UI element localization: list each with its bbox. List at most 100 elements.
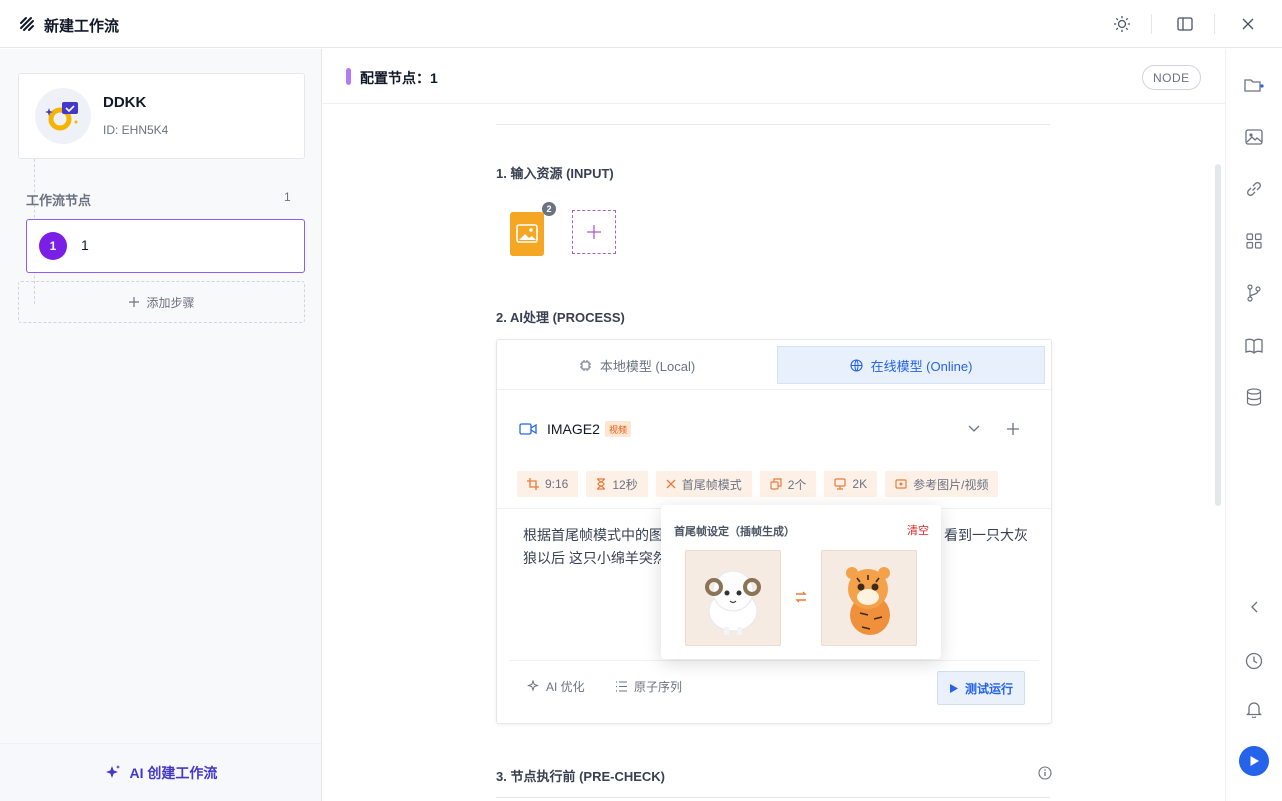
- database-button[interactable]: [1244, 387, 1264, 407]
- project-name: DDKK: [103, 94, 147, 111]
- swap-icon[interactable]: [794, 590, 808, 604]
- frame-settings-popup: 首尾帧设定（插帧生成） 清空: [661, 505, 941, 659]
- chevron-down-icon[interactable]: [968, 425, 980, 433]
- docs-button[interactable]: [1244, 336, 1264, 356]
- list-icon: [616, 681, 627, 692]
- apps-button[interactable]: [1244, 231, 1264, 251]
- tab-online-label: 在线模型 (Online): [870, 358, 973, 374]
- frame-mode-chip[interactable]: 首尾帧模式: [655, 471, 752, 497]
- first-frame-image[interactable]: [685, 550, 781, 646]
- add-model-icon[interactable]: [1006, 422, 1020, 436]
- test-run-button[interactable]: 测试运行: [937, 671, 1025, 705]
- resolution-chip[interactable]: 2K: [824, 471, 878, 497]
- node-name: 1: [81, 237, 89, 253]
- workflow-nodes-count: 1: [284, 190, 291, 204]
- sidebar-panel-icon: [1177, 17, 1193, 31]
- plus-icon: [587, 225, 601, 239]
- divider: [496, 797, 1050, 798]
- config-node-title: 配置节点：1: [360, 70, 438, 86]
- grid-icon: [1246, 233, 1262, 249]
- chevron-left-icon: [1251, 601, 1258, 613]
- workflow-nodes-label: 工作流节点: [26, 193, 92, 208]
- history-button[interactable]: [1244, 651, 1264, 671]
- model-type-tag: 视频: [605, 421, 632, 437]
- model-selector-row[interactable]: IMAGE2 视频: [497, 390, 1051, 462]
- sheep-image: [705, 570, 761, 635]
- aspect-ratio-chip[interactable]: 9:16: [517, 471, 579, 497]
- ai-optimize-button[interactable]: AI 优化: [527, 678, 585, 695]
- model-name: IMAGE2: [547, 421, 600, 437]
- ai-create-workflow-button[interactable]: AI 创建工作流: [0, 743, 321, 801]
- project-logo-icon: [45, 102, 78, 131]
- app-logo-icon: [20, 17, 34, 31]
- file-count-badge: 2: [542, 202, 556, 216]
- add-step-label: 添加步骤: [146, 295, 195, 310]
- theme-toggle-button[interactable]: [1112, 14, 1132, 34]
- parameter-chips: 9:16 12秒 首尾帧模式 2个 2K 参考图片/视频: [517, 471, 999, 497]
- run-workflow-button[interactable]: [1239, 746, 1269, 776]
- node-index-badge: 1: [39, 232, 67, 260]
- scrollbar[interactable]: [1215, 164, 1221, 506]
- tab-online-model[interactable]: 在线模型 (Online): [777, 346, 1045, 384]
- right-toolbar: [1225, 49, 1282, 801]
- plus-icon: [129, 297, 140, 307]
- main-panel: 配置节点：1 NODE 1. 输入资源 (INPUT) 2 2. AI处理 (P…: [322, 49, 1225, 801]
- section-process-title: 2. AI处理 (PROCESS): [496, 310, 625, 325]
- title-bar: 新建工作流: [0, 0, 1282, 48]
- ai-create-label: AI 创建工作流: [129, 764, 218, 781]
- video-camera-icon: [519, 423, 537, 435]
- atomic-sequence-button[interactable]: 原子序列: [615, 678, 682, 695]
- tiger-image: [846, 567, 890, 635]
- last-frame-image[interactable]: [821, 550, 917, 646]
- atomic-sequence-label: 原子序列: [634, 680, 683, 694]
- reference-media-label: 参考图片/视频: [913, 477, 989, 492]
- folder-open-icon: [1244, 79, 1264, 92]
- reference-media-chip[interactable]: 参考图片/视频: [885, 471, 999, 497]
- crop-icon: [527, 478, 539, 490]
- prompt-text-line1-a: 根据首尾帧模式中的图片: [523, 527, 677, 543]
- database-icon: [1246, 388, 1262, 406]
- image-file-icon: [516, 224, 538, 243]
- section-precheck-title: 3. 节点执行前 (PRE-CHECK): [496, 769, 666, 784]
- image-icon: [1245, 129, 1263, 145]
- project-card[interactable]: DDKK ID: EHN5K4: [18, 73, 305, 159]
- notifications-button[interactable]: [1244, 699, 1264, 719]
- close-window-button[interactable]: [1238, 14, 1258, 34]
- tab-local-label: 本地模型 (Local): [599, 358, 696, 374]
- titlebar-divider: [1151, 14, 1152, 34]
- input-image-file[interactable]: [510, 212, 544, 256]
- workflow-node-item[interactable]: 1 1: [26, 219, 305, 273]
- popup-title: 首尾帧设定（插帧生成）: [674, 526, 795, 538]
- add-input-button[interactable]: [572, 210, 616, 254]
- book-open-icon: [1245, 338, 1263, 354]
- divider: [509, 660, 1039, 661]
- ai-optimize-label: AI 优化: [546, 680, 585, 694]
- images-button[interactable]: [1244, 127, 1264, 147]
- play-icon: [949, 683, 958, 693]
- link-icon: [1247, 182, 1261, 196]
- close-icon: [666, 479, 676, 489]
- avatar: [35, 88, 91, 144]
- branch-button[interactable]: [1244, 283, 1264, 303]
- image-icon: [895, 479, 907, 489]
- toggle-panel-button[interactable]: [1175, 14, 1195, 34]
- model-tabs: 本地模型 (Local) 在线模型 (Online): [497, 340, 1051, 390]
- folder-button[interactable]: [1244, 75, 1264, 95]
- git-branch-icon: [1247, 284, 1261, 302]
- info-icon[interactable]: [1038, 766, 1052, 780]
- count-label: 2个: [787, 477, 807, 492]
- duration-chip[interactable]: 12秒: [586, 471, 648, 497]
- monitor-icon: [834, 478, 847, 490]
- collapse-rail-button[interactable]: [1244, 597, 1264, 617]
- link-button[interactable]: [1244, 179, 1264, 199]
- node-type-badge: NODE: [1142, 65, 1201, 90]
- test-run-label: 测试运行: [964, 681, 1013, 696]
- titlebar-divider: [1214, 14, 1215, 34]
- count-chip[interactable]: 2个: [759, 471, 817, 497]
- sparkle-icon: [527, 680, 539, 692]
- frame-mode-label: 首尾帧模式: [681, 477, 742, 492]
- chip-icon: [579, 359, 591, 371]
- tab-local-model[interactable]: 本地模型 (Local): [503, 346, 771, 384]
- clear-frames-button[interactable]: 清空: [907, 522, 929, 538]
- add-step-button[interactable]: 添加步骤: [18, 281, 305, 323]
